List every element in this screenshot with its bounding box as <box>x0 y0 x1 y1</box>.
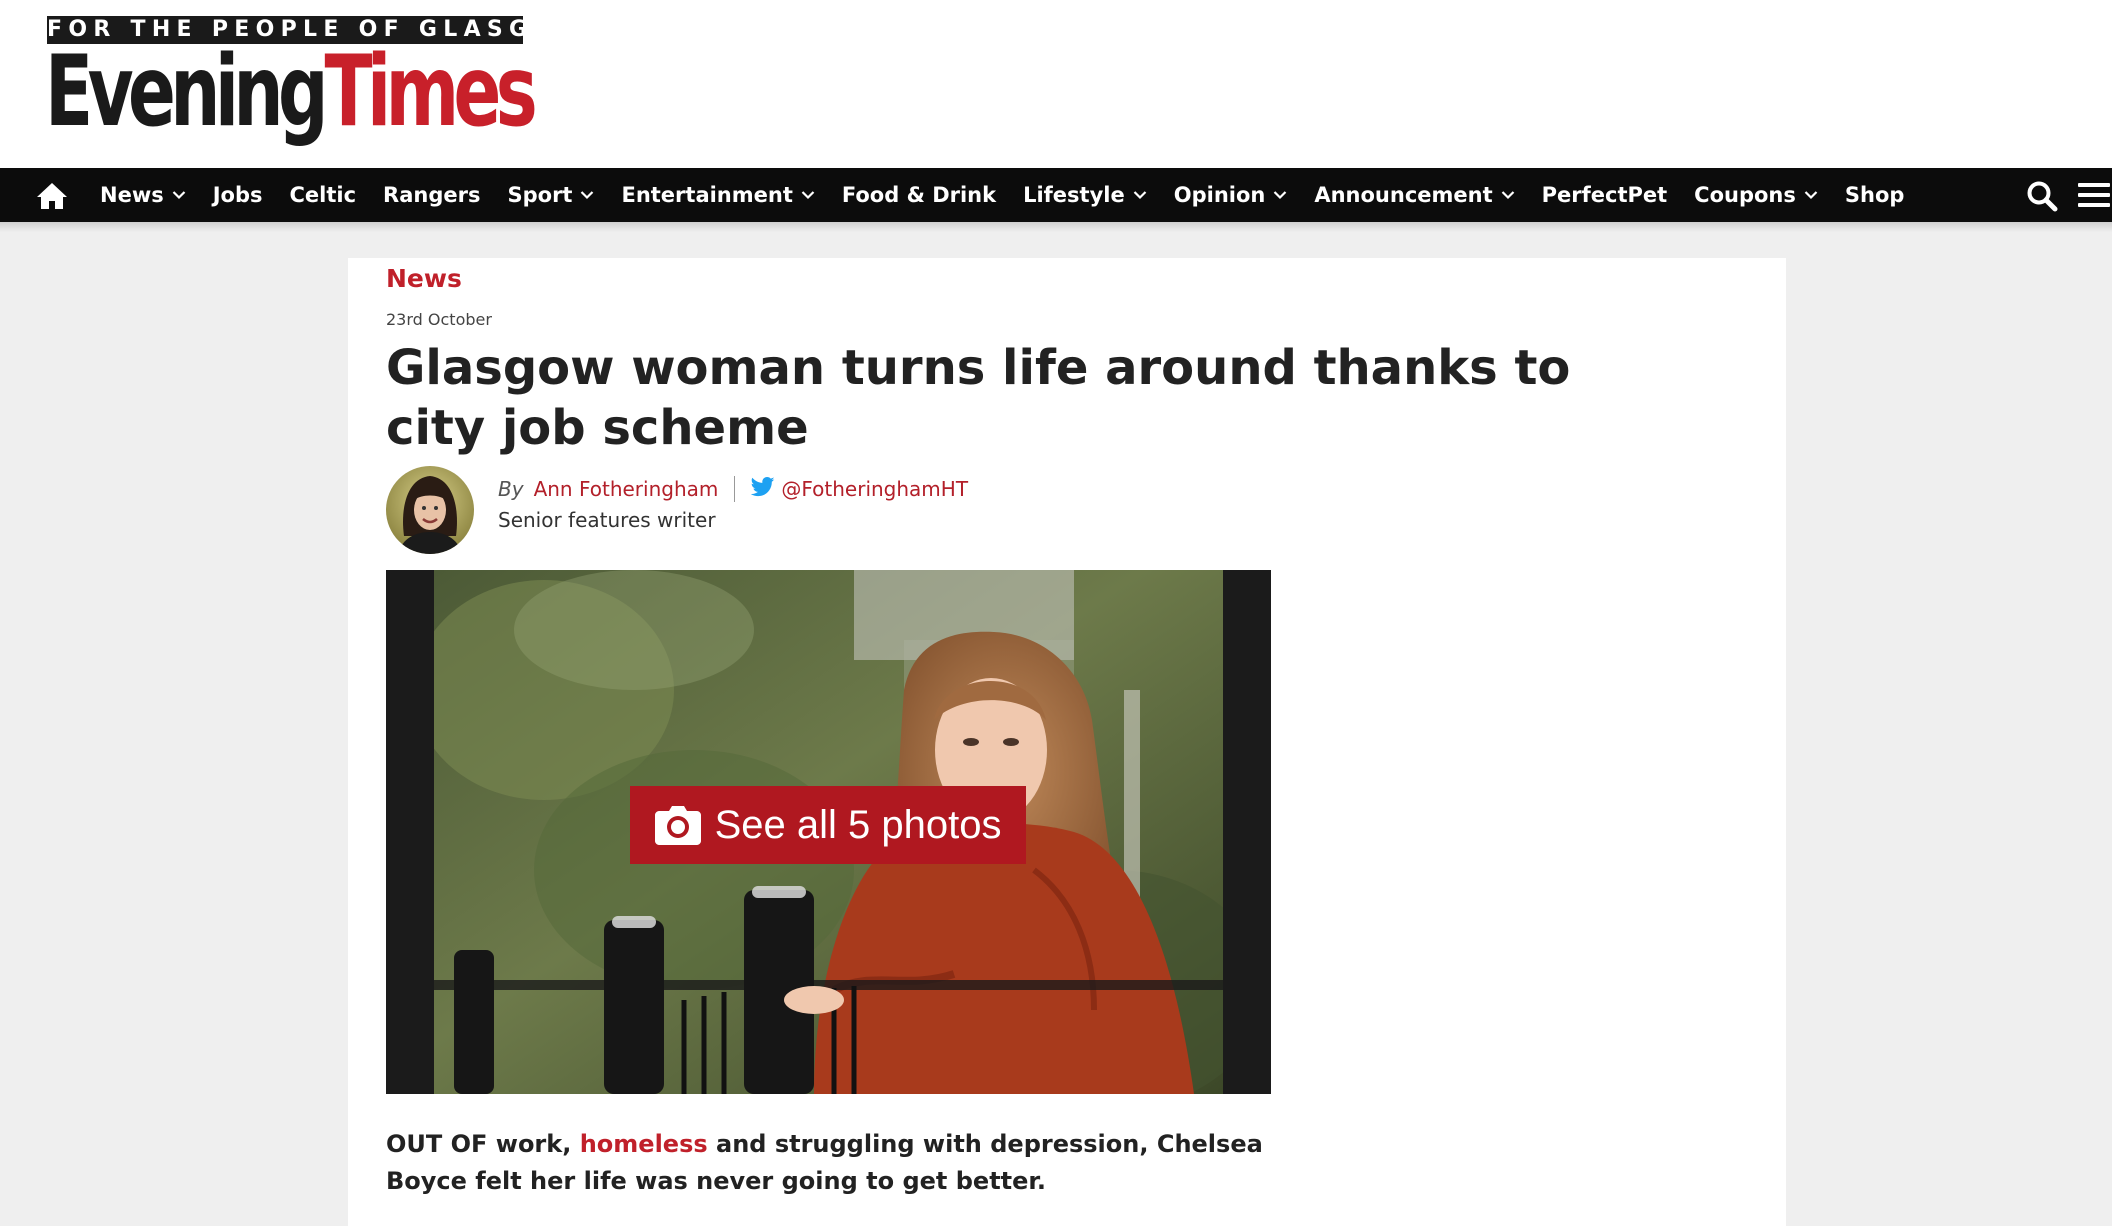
nav-item-label: Sport <box>507 183 573 207</box>
chevron-down-icon <box>801 191 815 200</box>
logo-word-times: Times <box>324 35 538 149</box>
main-navigation: News Jobs Celtic Rangers Sport Entertainment F… <box>0 168 2112 222</box>
nav-item-sport[interactable]: Sport <box>507 183 594 207</box>
nav-item-lifestyle[interactable]: Lifestyle <box>1023 183 1147 207</box>
chevron-down-icon <box>1804 191 1818 200</box>
nav-item-food-drink[interactable]: Food & Drink <box>842 183 996 207</box>
masthead: FOR THE PEOPLE OF GLASGOW EveningTimes <box>0 0 2112 168</box>
nav-item-label: Jobs <box>212 183 263 207</box>
hamburger-menu-icon[interactable] <box>2078 181 2110 209</box>
byline-by: By <box>498 477 524 501</box>
nav-item-perfectpet[interactable]: PerfectPet <box>1542 183 1668 207</box>
nav-item-coupons[interactable]: Coupons <box>1694 183 1818 207</box>
nav-item-rangers[interactable]: Rangers <box>383 183 480 207</box>
nav-item-announcement[interactable]: Announcement <box>1314 183 1514 207</box>
nav-item-label: News <box>100 183 164 207</box>
nav-item-shop[interactable]: Shop <box>1845 183 1905 207</box>
article: News 23rd October Glasgow woman turns li… <box>348 258 1786 1226</box>
nav-item-jobs[interactable]: Jobs <box>213 183 263 207</box>
section-label[interactable]: News <box>386 264 462 293</box>
nav-item-label: Food & Drink <box>841 183 997 207</box>
nav-item-opinion[interactable]: Opinion <box>1174 183 1288 207</box>
chevron-down-icon <box>581 191 594 200</box>
article-date: 23rd October <box>386 310 492 329</box>
nav-item-label: Shop <box>1844 183 1905 207</box>
home-icon[interactable] <box>36 182 68 210</box>
twitter-handle-link[interactable]: @FotheringhamHT <box>781 477 968 501</box>
see-all-photos-label: See all 5 photos <box>714 802 1002 847</box>
search-icon[interactable] <box>2026 180 2058 212</box>
nav-item-label: Announcement <box>1314 183 1493 207</box>
byline: By Ann Fotheringham @FotheringhamHT <box>498 474 968 504</box>
nav-item-label: Opinion <box>1173 183 1266 207</box>
article-headline: Glasgow woman turns life around thanks t… <box>386 340 1571 456</box>
byline-divider <box>734 476 736 502</box>
nav-item-label: Rangers <box>383 183 481 207</box>
intro-text-start: OUT OF work, <box>386 1130 580 1158</box>
twitter-icon[interactable] <box>751 476 775 502</box>
nav-item-label: Coupons <box>1694 183 1796 207</box>
evening-times-logo[interactable]: FOR THE PEOPLE OF GLASGOW EveningTimes <box>45 16 583 144</box>
author-avatar[interactable] <box>386 466 474 554</box>
see-all-photos-button[interactable]: See all 5 photos <box>630 786 1026 864</box>
nav-shadow <box>0 222 2112 232</box>
logo-wordmark: EveningTimes <box>45 42 538 142</box>
chevron-down-icon <box>1274 191 1287 200</box>
article-intro: OUT OF work, homeless and struggling wit… <box>386 1126 1266 1200</box>
nav-item-celtic[interactable]: Celtic <box>290 183 357 207</box>
nav-item-label: Entertainment <box>621 183 793 207</box>
author-name-link[interactable]: Ann Fotheringham <box>534 477 719 501</box>
author-role: Senior features writer <box>498 508 716 532</box>
chevron-down-icon <box>172 191 185 200</box>
camera-icon <box>654 806 701 845</box>
nav-item-label: Lifestyle <box>1023 183 1125 207</box>
nav-item-label: PerfectPet <box>1541 183 1668 207</box>
intro-link-homeless[interactable]: homeless <box>580 1130 708 1158</box>
nav-item-news[interactable]: News <box>100 183 186 207</box>
chevron-down-icon <box>1501 191 1514 200</box>
nav-item-entertainment[interactable]: Entertainment <box>621 183 815 207</box>
article-photo-gallery[interactable]: See all 5 photos <box>386 570 1271 1094</box>
chevron-down-icon <box>1133 191 1147 200</box>
nav-item-label: Celtic <box>289 183 357 207</box>
nav-items: News Jobs Celtic Rangers Sport Entertainment F… <box>100 168 1904 222</box>
logo-word-evening: Evening <box>45 35 329 149</box>
